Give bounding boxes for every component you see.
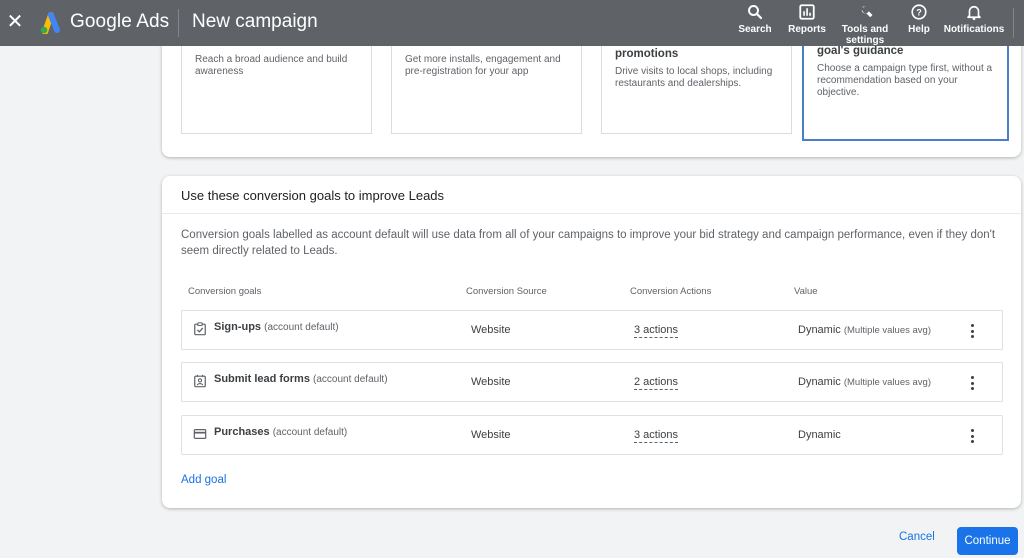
goal-value: Dynamic	[798, 429, 841, 441]
objective-title: promotions	[615, 48, 679, 60]
top-app-bar: ✕ Google Ads New campaign Search Reports…	[0, 0, 1024, 46]
cancel-button[interactable]: Cancel	[899, 531, 935, 543]
page-title: New campaign	[192, 11, 318, 32]
goal-row-purchases: Purchases (account default) Website 3 ac…	[181, 415, 1003, 455]
google-ads-logo-icon	[40, 12, 60, 34]
nav-reports-button[interactable]: Reports	[787, 3, 827, 35]
nav-help-button[interactable]: ? Help	[905, 3, 933, 35]
goal-value: Dynamic (Multiple values avg)	[798, 324, 931, 336]
goal-source: Website	[471, 376, 511, 388]
column-header-actions: Conversion Actions	[630, 286, 712, 297]
more-options-icon[interactable]	[966, 322, 978, 340]
objective-description: Reach a broad audience and build awarene…	[195, 54, 348, 77]
nav-label: Reports	[788, 24, 826, 35]
more-options-icon[interactable]	[966, 427, 978, 445]
header-divider	[178, 9, 179, 37]
conversion-goals-card: Use these conversion goals to improve Le…	[162, 176, 1021, 508]
reports-icon	[799, 4, 815, 20]
add-goal-link[interactable]: Add goal	[181, 474, 226, 486]
nav-notifications-button[interactable]: Notifications	[943, 3, 1005, 35]
svg-text:?: ?	[916, 7, 922, 17]
topbar-separator	[1013, 8, 1014, 38]
objective-title: goal's guidance	[817, 45, 904, 57]
goal-source: Website	[471, 429, 511, 441]
credit-card-icon	[193, 429, 207, 439]
contact-form-icon	[194, 374, 206, 388]
continue-button[interactable]: Continue	[957, 527, 1018, 555]
objective-description: Get more installs, engagement and pre-re…	[405, 54, 561, 77]
goal-actions-link[interactable]: 3 actions	[634, 324, 679, 338]
column-header-value: Value	[794, 286, 818, 297]
goal-value: Dynamic (Multiple values avg)	[798, 376, 931, 388]
conversion-goals-title: Use these conversion goals to improve Le…	[162, 176, 1021, 214]
brand-name: Google Ads	[70, 11, 170, 32]
conversion-goals-intro: Conversion goals labelled as account def…	[181, 229, 996, 257]
goal-name: Sign-ups (account default)	[214, 321, 339, 333]
nav-label: Notifications	[943, 24, 1005, 35]
nav-label: Search	[738, 24, 772, 35]
goal-name: Submit lead forms (account default)	[214, 373, 388, 385]
search-icon	[748, 5, 763, 20]
objective-description: Drive visits to local shops, including r…	[615, 66, 773, 89]
nav-label: Help	[908, 24, 930, 35]
nav-search-button[interactable]: Search	[737, 3, 773, 35]
objective-description: Choose a campaign type first, without a …	[817, 63, 993, 98]
goal-actions-link[interactable]: 3 actions	[634, 429, 679, 443]
column-header-source: Conversion Source	[466, 286, 547, 297]
help-icon: ?	[911, 4, 927, 20]
column-header-goals: Conversion goals	[188, 286, 262, 297]
more-options-icon[interactable]	[966, 374, 978, 392]
goal-source: Website	[471, 324, 511, 336]
close-icon[interactable]: ✕	[6, 11, 24, 33]
wrench-icon	[861, 5, 873, 18]
goal-row-submit-lead-forms: Submit lead forms (account default) Webs…	[181, 362, 1003, 402]
nav-label: Tools and settings	[841, 24, 889, 46]
nav-tools-button[interactable]: Tools and settings	[840, 3, 890, 46]
goal-name: Purchases (account default)	[214, 426, 348, 438]
clipboard-check-icon	[194, 322, 206, 336]
goal-actions-link[interactable]: 2 actions	[634, 376, 679, 390]
bell-icon	[967, 5, 981, 21]
goal-row-sign-ups: Sign-ups (account default) Website 3 act…	[181, 310, 1003, 350]
